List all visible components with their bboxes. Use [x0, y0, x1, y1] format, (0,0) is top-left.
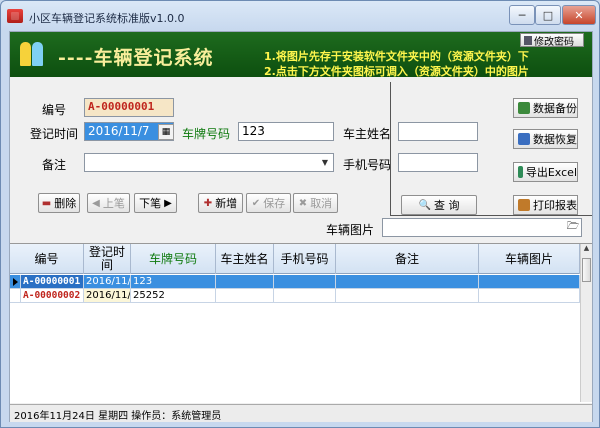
check-icon: ✔	[251, 197, 261, 209]
calendar-icon[interactable]: ▦	[158, 124, 174, 140]
export-label: 导出Excel	[525, 166, 577, 179]
owner-label: 车主姓名	[343, 127, 392, 141]
cancel-button[interactable]: ✖ 取消	[293, 193, 338, 213]
delete-label: 删除	[54, 197, 77, 210]
cell-owner[interactable]	[216, 275, 274, 288]
cell-code[interactable]: A-00000001	[21, 275, 84, 288]
people-logo-icon	[20, 42, 44, 68]
minimize-button[interactable]: ─	[509, 5, 535, 25]
magnifier-icon: 🔍	[418, 199, 431, 211]
add-label: 新增	[215, 197, 238, 210]
code-field[interactable]: A-00000001	[84, 98, 174, 117]
cell-plate[interactable]: 123	[131, 275, 216, 288]
excel-icon	[518, 166, 523, 178]
close-button[interactable]: ✕	[562, 5, 596, 25]
remark-combobox[interactable]: ▼	[84, 153, 334, 172]
col-phone[interactable]: 手机号码	[274, 244, 336, 274]
col-date[interactable]: 登记时间	[84, 244, 131, 274]
action-panel: 数据备份 数据恢复 导出Excel 打印报表 🔍 查 询	[390, 82, 592, 216]
title-bar[interactable]: 小区车辆登记系统标准版v1.0.0 ─ □ ✕	[1, 1, 599, 31]
cell-owner[interactable]	[216, 289, 274, 302]
remark-label: 备注	[42, 158, 67, 172]
plus-icon: ✚	[203, 197, 213, 209]
scroll-up-icon[interactable]: ▲	[581, 244, 592, 256]
cell-remark[interactable]	[336, 275, 479, 288]
backup-label: 数据备份	[533, 102, 577, 115]
col-image[interactable]: 车辆图片	[479, 244, 580, 274]
print-report-button[interactable]: 打印报表	[513, 195, 578, 215]
prev-label: 上笔	[102, 197, 125, 210]
col-remark[interactable]: 备注	[336, 244, 479, 274]
col-plate[interactable]: 车牌号码	[131, 244, 216, 274]
window-title: 小区车辆登记系统标准版v1.0.0	[29, 12, 185, 25]
app-window: 小区车辆登记系统标准版v1.0.0 ─ □ ✕ ----车辆登记系统 1.将图片…	[0, 0, 600, 428]
col-owner[interactable]: 车主姓名	[216, 244, 274, 274]
add-button[interactable]: ✚ 新增	[198, 193, 243, 213]
minus-icon: ▬	[41, 197, 52, 209]
banner-tip-2: 2.点击下方文件夹图标可调入（资源文件夹）中的图片	[264, 65, 529, 78]
table-row[interactable]: A-00000001 2016/11/7 123	[10, 275, 580, 289]
previous-icon: ◀	[92, 197, 100, 209]
maximize-button[interactable]: □	[535, 5, 561, 25]
table-row[interactable]: A-00000002 2016/11/24 25252	[10, 289, 580, 303]
save-button[interactable]: ✔ 保存	[246, 193, 291, 213]
banner: ----车辆登记系统 1.将图片先存于安装软件文件夹中的（资源文件夹）下 2.点…	[10, 32, 592, 78]
cell-date[interactable]: 2016/11/7	[84, 275, 131, 288]
chevron-down-icon[interactable]: ▼	[318, 155, 332, 170]
image-label: 车辆图片	[326, 223, 375, 237]
next-icon: ▶	[164, 197, 172, 209]
client-area: ----车辆登记系统 1.将图片先存于安装软件文件夹中的（资源文件夹）下 2.点…	[9, 31, 593, 422]
cell-remark[interactable]	[336, 289, 479, 302]
app-icon	[7, 9, 23, 23]
date-label: 登记时间	[30, 127, 79, 141]
row-indicator	[10, 289, 21, 302]
status-text: 2016年11月24日 星期四 操作员：系统管理员	[14, 411, 222, 422]
plate-field[interactable]: 123	[238, 122, 334, 141]
next-label: 下笔	[139, 197, 162, 210]
banner-title: ----车辆登记系统	[58, 47, 214, 69]
save-label: 保存	[263, 197, 286, 210]
table-body: A-00000001 2016/11/7 123 A-00000002 2016…	[10, 275, 580, 303]
cell-phone[interactable]	[274, 289, 336, 302]
scroll-thumb[interactable]	[582, 258, 591, 282]
image-field[interactable]: 🗁	[382, 218, 582, 237]
database-backup-icon	[518, 102, 530, 114]
cell-phone[interactable]	[274, 275, 336, 288]
backup-button[interactable]: 数据备份	[513, 98, 578, 118]
vertical-scrollbar[interactable]: ▲	[580, 244, 592, 402]
cell-plate[interactable]: 25252	[131, 289, 216, 302]
lock-icon	[524, 35, 532, 45]
restore-label: 数据恢复	[533, 133, 577, 146]
cell-code[interactable]: A-00000002	[21, 289, 84, 302]
delete-button[interactable]: ▬ 删除	[38, 193, 80, 213]
change-password-button[interactable]: 修改密码	[520, 33, 584, 48]
prev-button[interactable]: ◀ 上笔	[87, 193, 130, 213]
cancel-label: 取消	[310, 197, 333, 210]
table-header: 编号 登记时间 车牌号码 车主姓名 手机号码 备注 车辆图片	[10, 244, 580, 274]
code-label: 编号	[42, 103, 67, 117]
close-icon: ✖	[298, 197, 308, 209]
cell-image[interactable]	[479, 275, 580, 288]
export-excel-button[interactable]: 导出Excel	[513, 162, 578, 182]
vehicle-table: 编号 登记时间 车牌号码 车主姓名 手机号码 备注 车辆图片 A-0000000…	[10, 243, 592, 403]
query-label: 查 询	[433, 199, 460, 212]
printer-icon	[518, 199, 530, 211]
database-restore-icon	[518, 133, 530, 145]
cell-date[interactable]: 2016/11/24	[84, 289, 131, 302]
next-button[interactable]: 下笔 ▶	[134, 193, 177, 213]
status-bar: 2016年11月24日 星期四 操作员：系统管理员	[10, 404, 592, 422]
col-code[interactable]: 编号	[10, 244, 84, 274]
folder-icon[interactable]: 🗁	[566, 220, 580, 235]
print-label: 打印报表	[533, 199, 577, 212]
plate-label: 车牌号码	[182, 127, 231, 141]
row-pointer-icon	[10, 275, 21, 288]
change-password-label: 修改密码	[534, 36, 574, 48]
banner-tip-1: 1.将图片先存于安装软件文件夹中的（资源文件夹）下	[264, 50, 529, 63]
phone-label: 手机号码	[343, 158, 392, 172]
restore-button[interactable]: 数据恢复	[513, 129, 578, 149]
query-button[interactable]: 🔍 查 询	[401, 195, 477, 215]
cell-image[interactable]	[479, 289, 580, 302]
